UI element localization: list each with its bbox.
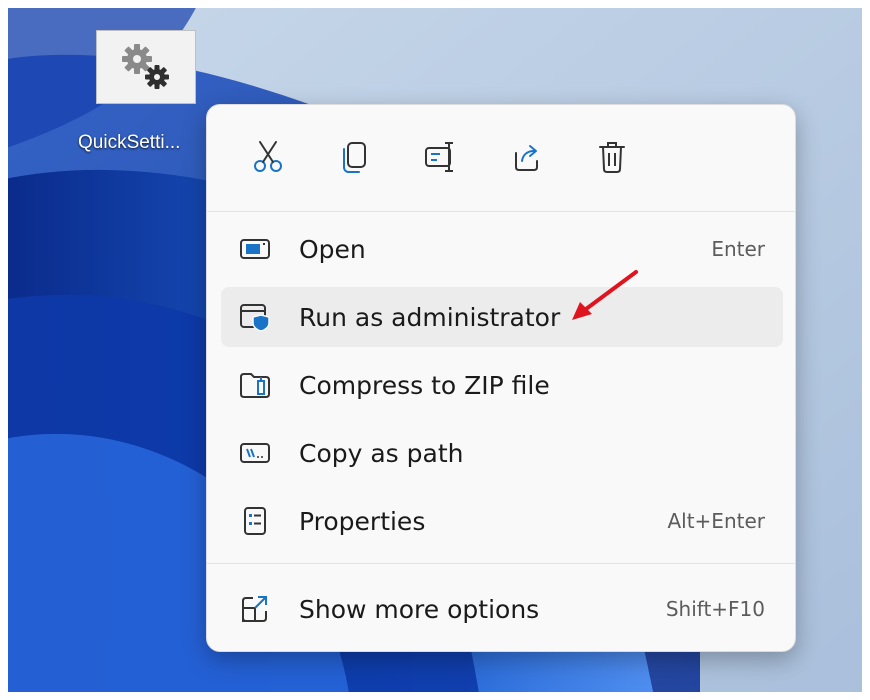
menu-item-label: Open (299, 234, 366, 264)
context-menu-toolbar (225, 125, 655, 189)
more-options-divider (207, 563, 795, 564)
copy-button[interactable] (311, 125, 397, 189)
menu-item-compress-to-zip[interactable]: Compress to ZIP file (221, 355, 783, 415)
menu-item-label: Compress to ZIP file (299, 370, 550, 400)
gears-icon (122, 44, 169, 89)
menu-item-label: Properties (299, 506, 426, 536)
trash-icon (599, 142, 625, 173)
shortcut-tile[interactable] (96, 30, 196, 104)
properties-icon (244, 507, 266, 535)
cut-icon (254, 141, 282, 172)
delete-button[interactable] (569, 125, 655, 189)
menu-item-properties[interactable]: Properties Alt+Enter (221, 491, 783, 551)
menu-item-label: Show more options (299, 594, 540, 624)
menu-item-shortcut: Enter (711, 237, 765, 261)
menu-item-label: Copy as path (299, 438, 464, 468)
menu-item-run-as-administrator[interactable]: Run as administrator (221, 287, 783, 347)
open-window-icon (240, 239, 270, 259)
desktop-shortcut[interactable]: QuickSetti... (72, 30, 220, 170)
menu-item-open[interactable]: Open Enter (221, 219, 783, 279)
share-icon (515, 145, 538, 171)
toolbar-divider (207, 211, 795, 212)
rename-icon (425, 142, 453, 172)
context-menu: Open Enter Run as administrator Compress… (206, 104, 796, 652)
copy-icon (343, 142, 366, 173)
shortcut-label: QuickSetti... (78, 132, 181, 153)
annotation-red-arrow (572, 270, 638, 320)
rename-button[interactable] (397, 125, 483, 189)
more-options-icon (242, 596, 267, 622)
admin-shield-icon (240, 304, 270, 332)
zip-folder-icon (240, 373, 270, 398)
menu-item-show-more-options[interactable]: Show more options Shift+F10 (221, 579, 783, 639)
share-button[interactable] (483, 125, 569, 189)
menu-item-copy-as-path[interactable]: Copy as path (221, 423, 783, 483)
cut-button[interactable] (225, 125, 311, 189)
menu-item-label: Run as administrator (299, 302, 561, 332)
menu-item-shortcut: Alt+Enter (667, 509, 765, 533)
menu-item-shortcut: Shift+F10 (665, 597, 765, 621)
copy-path-icon (240, 443, 270, 463)
